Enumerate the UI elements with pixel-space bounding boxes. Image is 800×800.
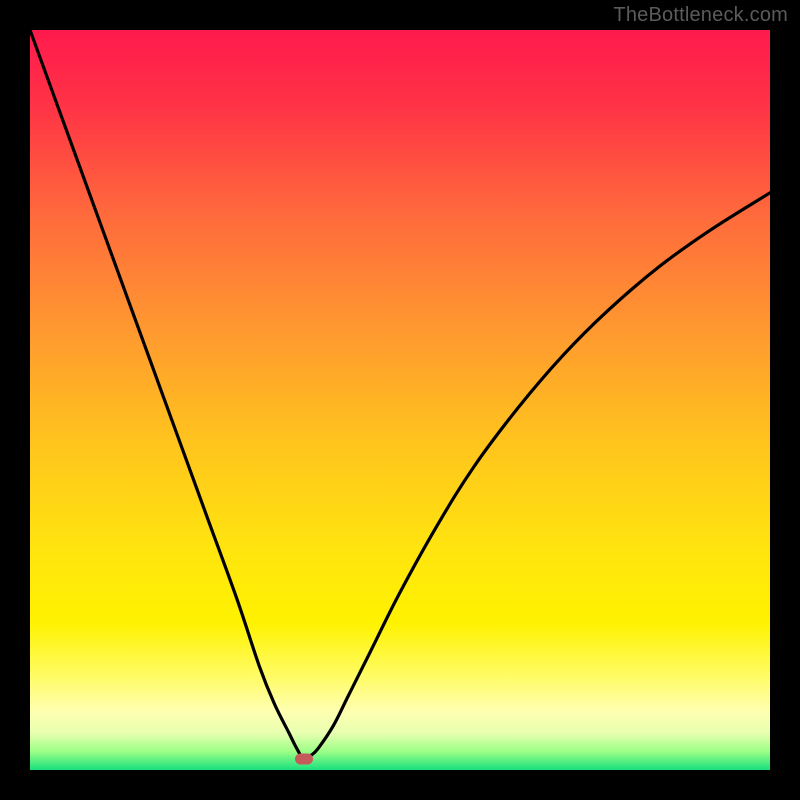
curve-layer (30, 30, 770, 770)
optimum-marker (295, 753, 313, 764)
chart-frame: TheBottleneck.com (0, 0, 800, 800)
plot-area (30, 30, 770, 770)
watermark-text: TheBottleneck.com (613, 4, 788, 27)
bottleneck-curve (30, 30, 770, 759)
